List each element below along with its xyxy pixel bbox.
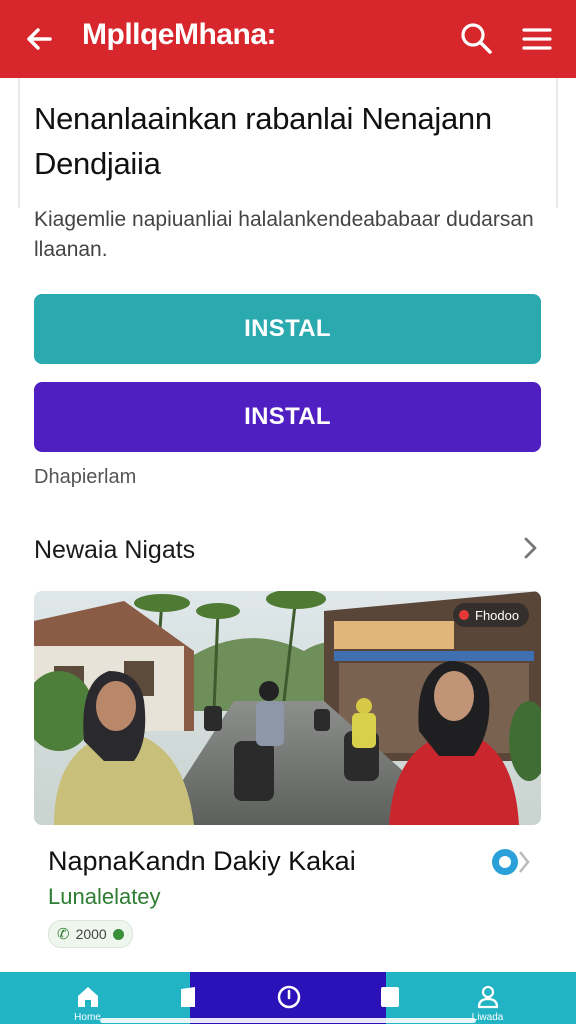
nav-label-profile: Liwada: [471, 1012, 504, 1023]
status-dot-icon: [112, 928, 124, 940]
bookmark-icon: [180, 987, 195, 1007]
photo-badge: Fhodoo: [453, 603, 530, 627]
article-meta-pill: ✆ 2000: [48, 920, 133, 948]
nav-item-home[interactable]: Home: [30, 972, 145, 1024]
nav-item-profile[interactable]: Liwada: [430, 972, 545, 1024]
person-icon: [477, 985, 498, 1009]
square-icon: [380, 987, 399, 1007]
app-bar: MpllqeMhana:: [0, 0, 576, 78]
back-arrow-icon[interactable]: [22, 22, 56, 56]
page-description: Kiagemlie napiuanliai halalankendeababaa…: [34, 208, 534, 261]
article-subtitle: Lunalelatey: [48, 884, 161, 909]
section-title[interactable]: Newaia Nigats: [34, 536, 195, 565]
phone-icon: ✆: [57, 926, 70, 943]
nav-item-saved[interactable]: [130, 972, 245, 1024]
photo-badge-label: Fhodoo: [475, 607, 520, 623]
menu-icon[interactable]: [520, 22, 554, 56]
home-icon: [77, 987, 98, 1007]
chevron-right-icon[interactable]: [516, 534, 544, 562]
app-title: MpllqeMhana:: [82, 18, 277, 51]
note-text: Dhapierlam: [34, 466, 137, 488]
page-headline: Nenanlaainkan rabanlai Nenajann Dendjaii…: [34, 101, 492, 181]
nav-item-recent[interactable]: [231, 972, 346, 1024]
camera-share-icon[interactable]: [490, 846, 532, 878]
install-button-primary[interactable]: INSTAL: [34, 294, 541, 364]
clock-icon: [277, 985, 300, 1009]
bottom-navigation: Home Liwada: [0, 972, 576, 1024]
article-title[interactable]: NapnaKandn Dakiy Kakai: [48, 846, 356, 877]
install-button-secondary[interactable]: INSTAL: [34, 382, 541, 452]
pill-value: 2000: [75, 926, 107, 942]
record-dot-icon: [459, 610, 469, 620]
search-icon[interactable]: [458, 20, 494, 56]
home-indicator: [100, 1018, 476, 1023]
nav-label-home: Home: [74, 1012, 101, 1023]
